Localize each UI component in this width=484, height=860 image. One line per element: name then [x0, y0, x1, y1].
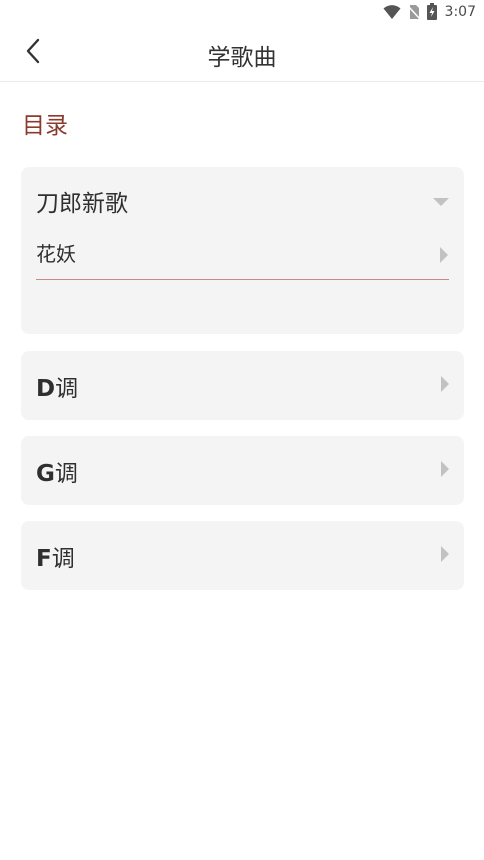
- song-item-label: 花妖: [36, 242, 76, 266]
- catalog-group-d-key[interactable]: D调: [21, 351, 464, 420]
- caret-right-icon: [440, 375, 450, 396]
- group-key: G: [36, 460, 55, 487]
- group-header[interactable]: 刀郎新歌: [36, 185, 449, 217]
- no-sim-icon: [406, 4, 421, 20]
- group-suffix: 调: [54, 460, 78, 487]
- song-item[interactable]: 花妖: [36, 241, 449, 280]
- page-title: 学歌曲: [207, 45, 277, 71]
- app-bar: 学歌曲: [0, 26, 484, 82]
- catalog-group-f-key[interactable]: F调: [21, 521, 464, 590]
- wifi-icon: [383, 4, 401, 20]
- group-label: D调: [36, 369, 78, 403]
- group-header-label: 刀郎新歌: [36, 191, 128, 217]
- status-time: 3:07: [444, 3, 476, 20]
- group-label: G调: [36, 454, 78, 488]
- catalog-group-expanded: 刀郎新歌 花妖: [21, 167, 464, 334]
- group-label: F调: [36, 539, 75, 573]
- group-suffix: 调: [51, 545, 75, 572]
- battery-charging-icon: [426, 3, 437, 20]
- caret-right-icon: [439, 247, 449, 267]
- group-key: F: [36, 545, 52, 572]
- caret-right-icon: [440, 545, 450, 566]
- caret-right-icon: [440, 460, 450, 481]
- group-key: D: [36, 375, 56, 402]
- caret-down-icon: [433, 192, 449, 211]
- catalog-group-g-key[interactable]: G调: [21, 436, 464, 505]
- status-bar: 3:07: [0, 0, 484, 26]
- section-title: 目录: [22, 113, 68, 139]
- group-suffix: 调: [55, 375, 79, 402]
- status-icons: 3:07: [383, 3, 476, 20]
